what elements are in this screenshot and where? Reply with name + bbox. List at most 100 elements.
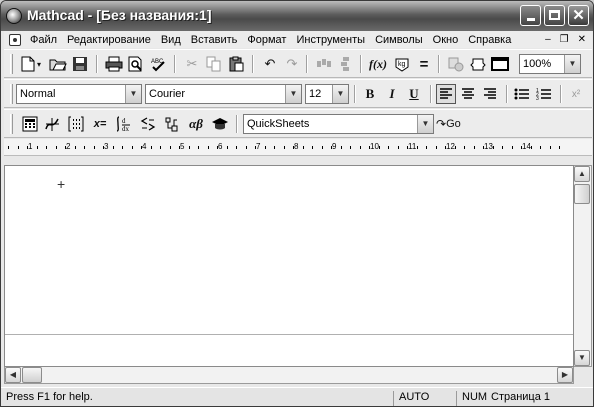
menu-format[interactable]: Формат — [242, 34, 291, 46]
cut-button[interactable]: ✂ — [182, 54, 202, 74]
horizontal-scrollbar[interactable]: ◀ ▶ — [4, 367, 574, 384]
spell-check-button[interactable]: ABC — [148, 54, 168, 74]
ruler-tick — [160, 146, 161, 149]
ruler-tick — [521, 146, 522, 149]
bulleted-list-icon — [514, 88, 529, 100]
menu-symbolics[interactable]: Символы — [370, 34, 428, 46]
menu-edit[interactable]: Редактирование — [62, 34, 156, 46]
style-combobox[interactable]: Normal ▼ — [16, 84, 142, 104]
calculate-button[interactable]: = — [414, 54, 434, 74]
programming-palette-button[interactable] — [162, 114, 182, 134]
insert-hyperlink-button[interactable] — [446, 54, 466, 74]
component-wizard-button[interactable] — [468, 54, 488, 74]
new-document-dropdown[interactable]: ▾ — [34, 54, 44, 74]
font-combobox[interactable]: Courier ▼ — [145, 84, 302, 104]
worksheet-area[interactable]: + — [4, 165, 574, 367]
calculus-palette-button[interactable]: d dx — [114, 114, 134, 134]
resource-center-button[interactable] — [490, 54, 510, 74]
scroll-left-button[interactable]: ◀ — [5, 367, 21, 383]
scroll-up-button[interactable]: ▲ — [574, 166, 590, 182]
menu-view[interactable]: Вид — [156, 34, 186, 46]
ruler-tick — [93, 146, 95, 149]
chevron-down-icon[interactable]: ▼ — [125, 85, 141, 103]
align-left-button[interactable] — [436, 84, 456, 104]
minimize-button[interactable] — [520, 5, 541, 26]
status-help-text: Press F1 for help. — [6, 391, 93, 403]
go-button[interactable]: ↷ Go — [436, 114, 470, 134]
menu-help[interactable]: Справка — [463, 34, 516, 46]
calculator-palette-button[interactable] — [20, 114, 40, 134]
chevron-down-icon[interactable]: ▼ — [285, 85, 301, 103]
ruler-number: 5 — [180, 142, 185, 151]
menu-window[interactable]: Окно — [428, 34, 464, 46]
symbolic-palette-button[interactable] — [210, 114, 230, 134]
doc-restore-button[interactable]: ❐ — [560, 34, 569, 45]
ruler-tick — [255, 146, 256, 149]
mathcad-app-icon[interactable] — [6, 8, 22, 24]
menu-insert[interactable]: Вставить — [186, 34, 243, 46]
align-across-button[interactable] — [314, 54, 334, 74]
align-down-icon — [341, 57, 349, 71]
align-right-button[interactable] — [480, 84, 500, 104]
ruler-tick — [454, 146, 456, 149]
formatting-toolbar: Normal ▼ Courier ▼ 12 ▼ B I U 123 x² — [4, 79, 592, 108]
maximize-button[interactable] — [544, 5, 565, 26]
toolbar-separator — [252, 55, 254, 73]
status-num-lock: NUM — [462, 391, 488, 403]
save-button[interactable] — [70, 54, 90, 74]
chevron-down-icon[interactable]: ▼ — [332, 85, 348, 103]
scroll-down-button[interactable]: ▼ — [574, 350, 590, 366]
toolbar-grip[interactable] — [10, 54, 13, 74]
align-center-button[interactable] — [458, 84, 478, 104]
print-preview-button[interactable] — [126, 54, 146, 74]
page-break-line — [5, 334, 573, 335]
boolean-palette-button[interactable] — [138, 114, 158, 134]
insert-function-button[interactable]: f(x) — [368, 54, 388, 74]
paste-button[interactable] — [226, 54, 246, 74]
copy-button[interactable] — [204, 54, 224, 74]
toolbar-grip[interactable] — [10, 84, 13, 104]
scroll-right-button[interactable]: ▶ — [557, 367, 573, 383]
open-button[interactable] — [48, 54, 68, 74]
menu-tools[interactable]: Инструменты — [291, 34, 370, 46]
minimize-icon — [526, 18, 535, 21]
italic-button[interactable]: I — [382, 84, 402, 104]
numbering-button[interactable]: 123 — [534, 84, 554, 104]
align-down-button[interactable] — [336, 54, 356, 74]
insert-unit-button[interactable]: kg — [392, 54, 412, 74]
menu-file[interactable]: Файл — [25, 34, 62, 46]
document-icon[interactable] — [9, 33, 21, 46]
resource-center-icon — [491, 57, 509, 71]
zoom-combobox[interactable]: 100% ▼ — [519, 54, 581, 74]
evaluation-palette-button[interactable]: x= — [90, 114, 110, 134]
graduation-cap-icon — [212, 118, 228, 130]
ruler[interactable]: 1 2 3 4 5 6 7 8 9 10 11 12 13 14 — [4, 139, 592, 156]
font-size-combobox[interactable]: 12 ▼ — [305, 84, 349, 104]
greek-palette-button[interactable]: αβ — [186, 114, 206, 134]
superscript-button[interactable]: x² — [566, 84, 586, 104]
close-button[interactable]: ✕ — [568, 5, 589, 26]
chevron-down-icon[interactable]: ▼ — [564, 55, 580, 73]
bullets-button[interactable] — [512, 84, 532, 104]
print-button[interactable] — [104, 54, 124, 74]
doc-minimize-button[interactable]: – — [545, 34, 551, 45]
toolbar-grip[interactable] — [10, 114, 13, 134]
graph-palette-button[interactable] — [42, 114, 62, 134]
vertical-scroll-thumb[interactable] — [574, 184, 590, 204]
doc-close-button[interactable]: ✕ — [578, 34, 586, 45]
horizontal-scroll-thumb[interactable] — [22, 367, 42, 383]
underline-button[interactable]: U — [404, 84, 424, 104]
matrix-palette-button[interactable] — [66, 114, 86, 134]
vertical-scrollbar[interactable]: ▲ ▼ — [574, 165, 592, 367]
ruler-tick — [65, 146, 66, 149]
ruler-tick — [274, 146, 275, 149]
undo-button[interactable]: ↶ — [260, 54, 280, 74]
chevron-down-icon[interactable]: ▼ — [417, 115, 433, 133]
title-bar[interactable]: Mathcad - [Без названия:1] ✕ — [1, 1, 593, 31]
boolean-icon — [140, 117, 156, 131]
ruler-tick — [122, 146, 123, 149]
resources-combobox[interactable]: QuickSheets ▼ — [243, 114, 434, 134]
redo-button[interactable]: ↷ — [282, 54, 302, 74]
bold-button[interactable]: B — [360, 84, 380, 104]
ruler-tick — [198, 146, 199, 149]
